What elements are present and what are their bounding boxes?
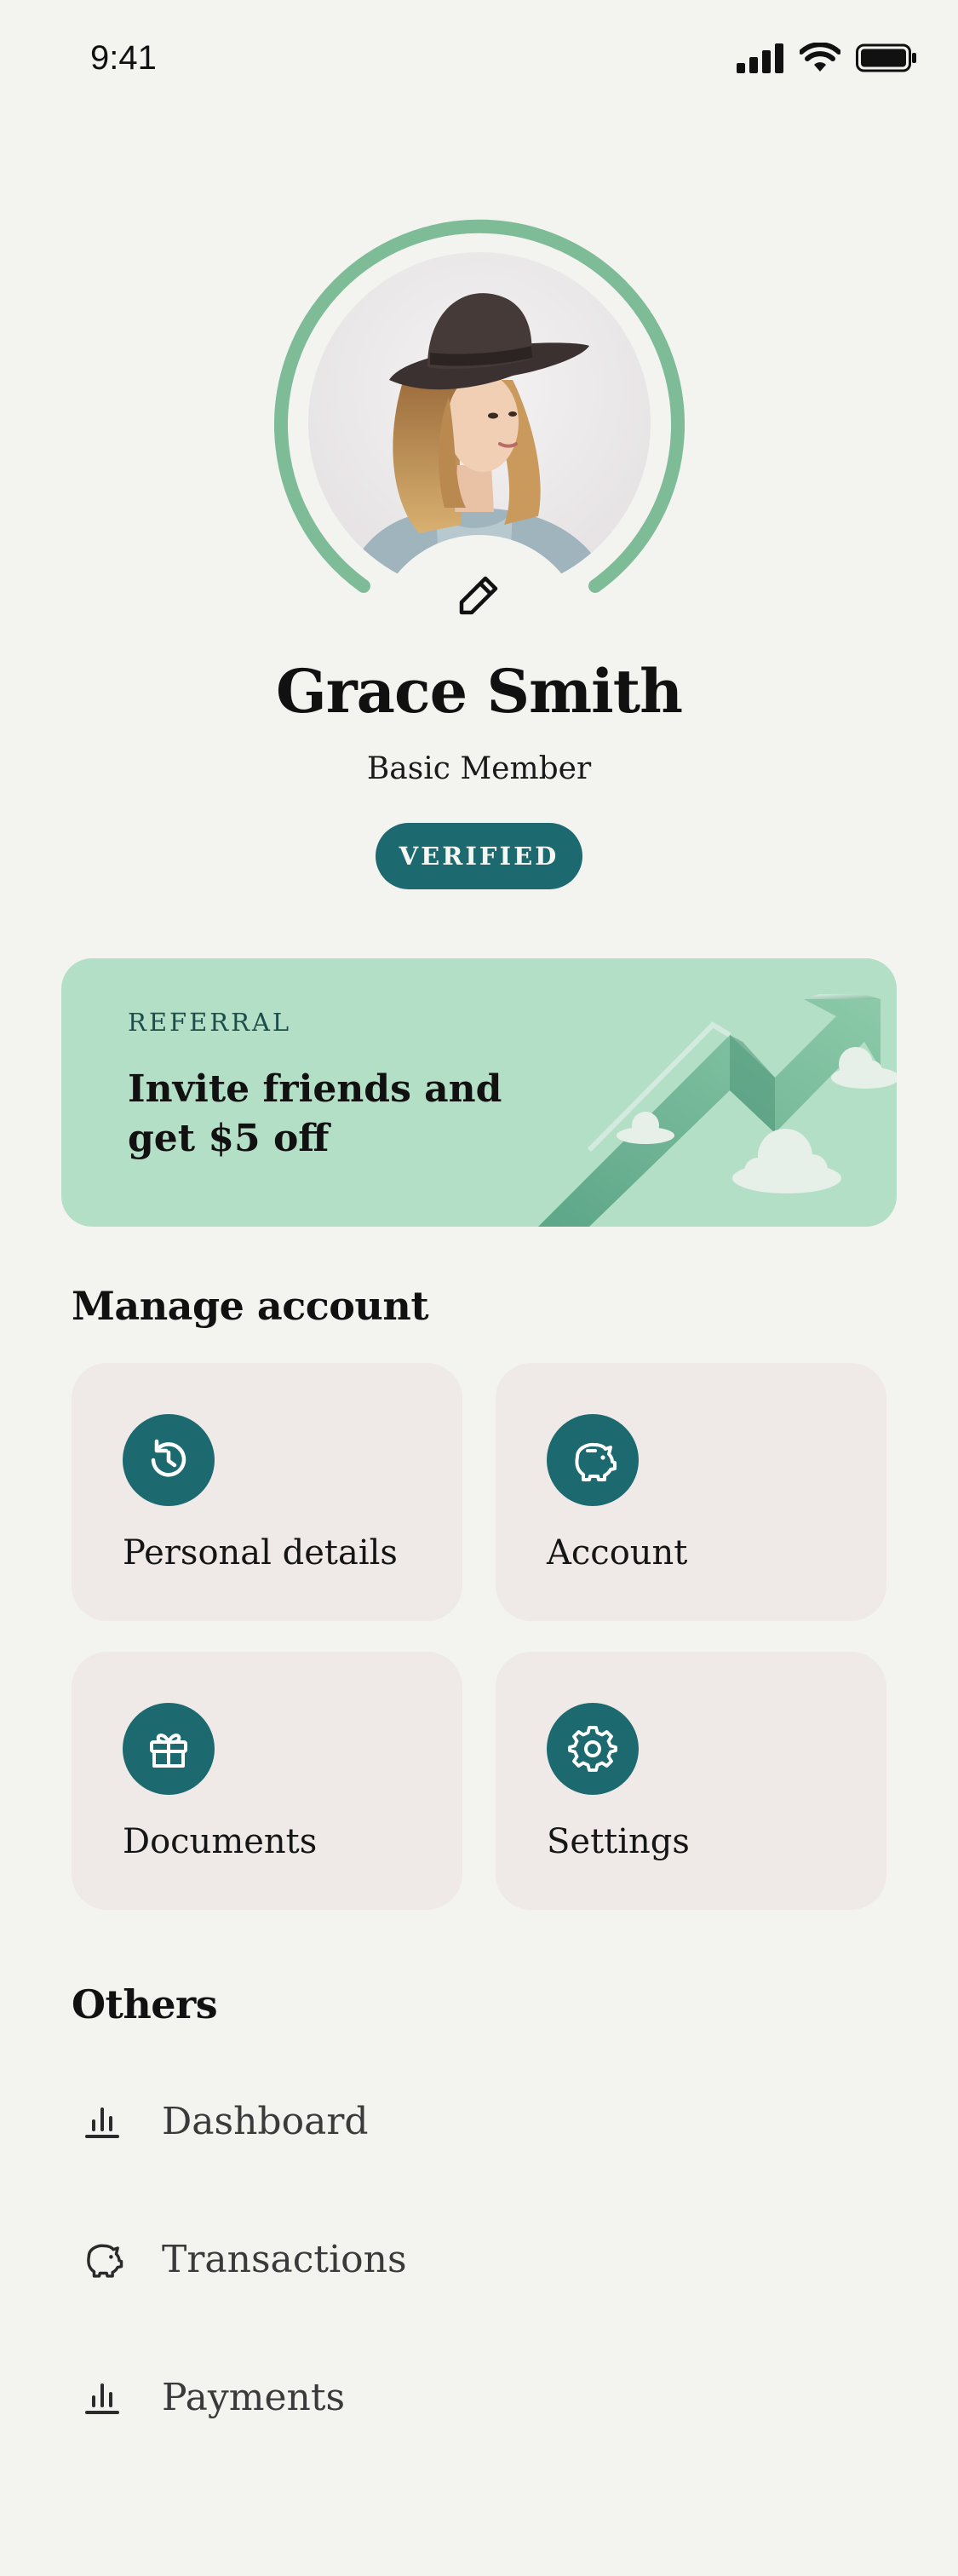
battery-icon	[856, 43, 916, 72]
history-icon	[123, 1414, 215, 1506]
others-title: Others	[72, 1981, 218, 2027]
piggy-bank-icon	[72, 2228, 133, 2290]
wifi-icon	[800, 43, 840, 72]
list-item-label: Dashboard	[162, 2099, 369, 2143]
tile-label: Settings	[547, 1822, 690, 1861]
edit-profile-button[interactable]	[445, 562, 512, 629]
tile-label: Documents	[123, 1822, 318, 1861]
growth-arrow-illustration	[538, 994, 897, 1227]
list-item-label: Transactions	[162, 2237, 407, 2281]
profile-name: Grace Smith	[276, 656, 683, 727]
referral-title: Invite friends and get $5 off	[128, 1067, 502, 1160]
membership-tier: Basic Member	[366, 751, 592, 786]
gear-icon	[547, 1703, 639, 1795]
referral-banner[interactable]: REFERRAL Invite friends and get $5 off	[61, 958, 897, 1227]
tile-label: Account	[547, 1533, 688, 1573]
status-time: 9:41	[90, 39, 157, 77]
settings-tile[interactable]: Settings	[496, 1652, 886, 1910]
status-icons	[737, 39, 917, 77]
list-item-payments[interactable]: Payments	[72, 2355, 889, 2440]
tile-label: Personal details	[123, 1533, 398, 1573]
list-item-dashboard[interactable]: Dashboard	[72, 2079, 889, 2164]
account-tile[interactable]: Account	[496, 1363, 886, 1621]
manage-account-title: Manage account	[72, 1283, 429, 1329]
personal-details-tile[interactable]: Personal details	[72, 1363, 462, 1621]
documents-tile[interactable]: Documents	[72, 1652, 462, 1910]
bar-chart-icon	[72, 2090, 133, 2152]
bar-chart-icon	[72, 2366, 133, 2428]
piggy-bank-icon	[547, 1414, 639, 1506]
gift-icon	[123, 1703, 215, 1795]
referral-eyebrow: REFERRAL	[128, 1008, 292, 1037]
pencil-icon	[459, 576, 498, 615]
list-item-label: Payments	[162, 2375, 346, 2419]
status-bar: 9:41	[0, 0, 958, 119]
list-item-transactions[interactable]: Transactions	[72, 2217, 889, 2302]
verified-badge: VERIFIED	[376, 823, 582, 889]
cellular-signal-icon	[737, 43, 783, 73]
